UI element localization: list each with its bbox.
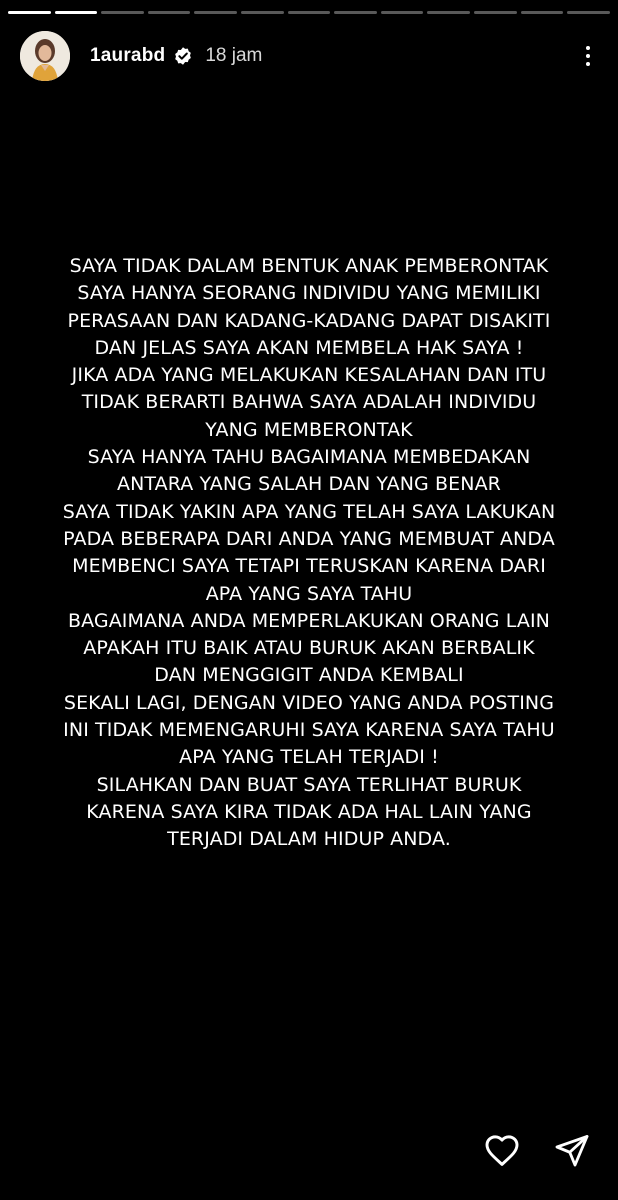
progress-segment xyxy=(194,11,238,14)
progress-segment xyxy=(241,11,284,14)
more-dot xyxy=(586,54,590,58)
post-time: 18 jam xyxy=(205,45,263,66)
avatar-image xyxy=(20,31,70,81)
story-text-line: ANTARA YANG SALAH DAN YANG BENAR xyxy=(117,473,501,496)
story-text-line: YANG MEMBERONTAK xyxy=(205,418,413,441)
username[interactable]: 1aurabd xyxy=(90,45,165,67)
story-text-line: DAN JELAS SAYA AKAN MEMBELA HAK SAYA ! xyxy=(94,336,524,359)
progress-segment xyxy=(334,11,377,14)
story-progress-bar xyxy=(8,11,610,14)
progress-segment xyxy=(380,11,424,14)
story-text-line: SAYA HANYA SEORANG INDIVIDU YANG MEMILIK… xyxy=(77,282,541,305)
story-text-line: PADA BEBERAPA DARI ANDA YANG MEMBUAT AND… xyxy=(63,527,555,550)
story-text-line: SILAHKAN DAN BUAT SAYA TERLIHAT BURUK xyxy=(96,773,522,796)
story-text-line: APA YANG SAYA TAHU xyxy=(205,582,413,605)
story-text-line: INI TIDAK MEMENGARUHI SAYA KARENA SAYA T… xyxy=(63,719,555,742)
story-text-line: JIKA ADA YANG MELAKUKAN KESALAHAN DAN IT… xyxy=(71,364,547,387)
verified-badge-icon xyxy=(173,46,193,66)
send-icon[interactable] xyxy=(552,1130,592,1170)
story-text-line: PERASAAN DAN KADANG-KADANG DAPAT DISAKIT… xyxy=(67,309,551,332)
story-text-line: APA YANG TELAH TERJADI ! xyxy=(179,746,439,769)
progress-segment xyxy=(427,11,471,14)
story-text-line: DAN MENGGIGIT ANDA KEMBALI xyxy=(154,664,464,687)
story-text-line: BAGAIMANA ANDA MEMPERLAKUKAN ORANG LAIN xyxy=(67,609,550,632)
progress-segment xyxy=(567,11,610,14)
progress-segment xyxy=(474,11,517,14)
more-dot xyxy=(586,62,590,66)
story-text-line: SEKALI LAGI, DENGAN VIDEO YANG ANDA POST… xyxy=(63,691,555,714)
story-text-line: KARENA SAYA KIRA TIDAK ADA HAL LAIN YANG xyxy=(86,800,532,823)
story-text: SAYA TIDAK DALAM BENTUK ANAK PEMBERONTAK… xyxy=(30,253,588,854)
story-text-line: TERJADI DALAM HIDUP ANDA. xyxy=(167,828,451,851)
avatar[interactable] xyxy=(20,31,70,81)
story-actions xyxy=(482,1130,592,1170)
progress-segment xyxy=(287,11,331,14)
heart-icon[interactable] xyxy=(482,1130,522,1170)
story-text-line: SAYA TIDAK YAKIN APA YANG TELAH SAYA LAK… xyxy=(62,500,556,523)
progress-segment xyxy=(520,11,564,14)
progress-segment xyxy=(101,11,144,14)
more-dot xyxy=(586,46,590,50)
progress-segment xyxy=(54,11,98,14)
more-vertical-icon[interactable] xyxy=(576,34,600,78)
story-text-line: MEMBENCI SAYA TETAPI TERUSKAN KARENA DAR… xyxy=(72,555,546,578)
story-text-line: TIDAK BERARTI BAHWA SAYA ADALAH INDIVIDU xyxy=(81,391,537,414)
story-text-line: APAKAH ITU BAIK ATAU BURUK AKAN BERBALIK xyxy=(83,637,535,660)
story-header: 1aurabd 18 jam xyxy=(20,30,600,82)
progress-segment xyxy=(147,11,191,14)
story-text-line: SAYA HANYA TAHU BAGAIMANA MEMBEDAKAN xyxy=(87,446,531,469)
story-text-line: SAYA TIDAK DALAM BENTUK ANAK PEMBERONTAK xyxy=(69,255,549,277)
progress-segment xyxy=(8,11,51,14)
